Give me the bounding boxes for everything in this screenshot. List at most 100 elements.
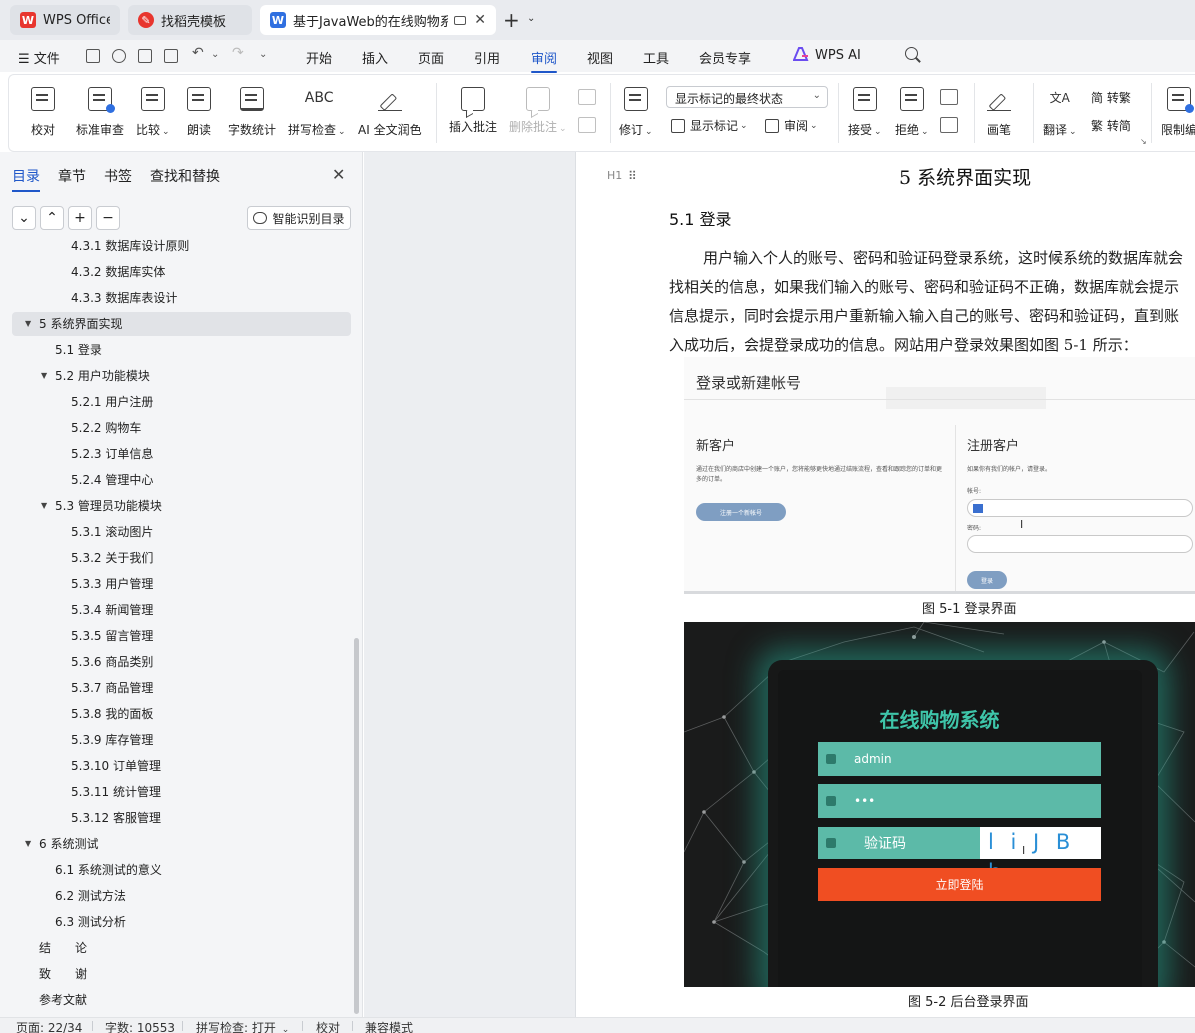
drag-handle-icon[interactable]: ⠿: [628, 169, 637, 183]
toc-item[interactable]: ▼ 5.2 用户功能模块: [12, 364, 351, 388]
toc-item[interactable]: 5.3.8 我的面板: [12, 702, 351, 726]
next-change-icon[interactable]: [940, 117, 958, 133]
toc-item[interactable]: 5.3.1 滚动图片: [12, 520, 351, 544]
collapse-all-button[interactable]: ⌃: [40, 206, 64, 230]
reject-button[interactable]: 拒绝 ⌄: [895, 75, 929, 151]
chevron-down-icon[interactable]: ⌄: [211, 49, 219, 60]
new-tab-icon[interactable]: +: [503, 8, 520, 32]
menu-membership[interactable]: 会员专享: [699, 48, 751, 67]
word-count-indicator[interactable]: 字数: 10553: [105, 1019, 175, 1033]
proofread-button[interactable]: 校对: [31, 75, 55, 151]
chevron-down-icon[interactable]: ⌄: [259, 49, 267, 60]
toc-item[interactable]: 5.3.6 商品类别: [12, 650, 351, 674]
menu-insert[interactable]: 插入: [362, 48, 388, 67]
to-traditional-button[interactable]: 简 转繁: [1091, 89, 1131, 106]
menu-tools[interactable]: 工具: [643, 48, 669, 67]
insert-comment-button[interactable]: 插入批注: [449, 75, 497, 151]
proofread-indicator[interactable]: 校对: [316, 1019, 340, 1033]
save-icon[interactable]: [86, 49, 100, 63]
to-simplified-button[interactable]: 繁 转简: [1091, 117, 1131, 134]
expand-arrow-icon[interactable]: ▼: [41, 494, 47, 518]
toc-item[interactable]: 5.3.3 用户管理: [12, 572, 351, 596]
undo-icon[interactable]: ↶: [192, 45, 204, 61]
toc-item[interactable]: ▼ 5.3 管理员功能模块: [12, 494, 351, 518]
menu-review[interactable]: 审阅: [531, 48, 558, 73]
show-markup-button[interactable]: 显示标记 ⌄: [671, 117, 748, 134]
figure-admin-login-screenshot[interactable]: 在线购物系统 admin ••• 验证码 l i J B b I 立即登陆: [684, 622, 1195, 987]
menu-references[interactable]: 引用: [474, 48, 500, 67]
toc-item[interactable]: 5.1 登录: [12, 338, 351, 362]
toc-item[interactable]: 5.3.11 统计管理: [12, 780, 351, 804]
redo-icon[interactable]: ↷: [232, 45, 244, 61]
menu-start[interactable]: 开始: [306, 48, 332, 67]
toc-item[interactable]: 5.3.4 新闻管理: [12, 598, 351, 622]
figure-login-screenshot[interactable]: 登录或新建帐号 新客户 通过在我们的商店中创建一个账户，您将能够更快地通过结账流…: [684, 357, 1195, 594]
next-comment-icon[interactable]: [578, 117, 596, 133]
toc-item[interactable]: 致 谢: [12, 962, 351, 986]
menu-view[interactable]: 视图: [587, 48, 613, 67]
page-indicator[interactable]: 页面: 22/34: [16, 1019, 82, 1033]
compare-button[interactable]: 比较 ⌄: [136, 75, 170, 151]
read-aloud-button[interactable]: 朗读: [187, 75, 211, 151]
nav-tab-bookmarks[interactable]: 书签: [104, 166, 132, 186]
nav-tab-sections[interactable]: 章节: [58, 166, 86, 186]
accept-button[interactable]: 接受 ⌄: [848, 75, 882, 151]
ai-polish-button[interactable]: AI 全文润色: [358, 75, 422, 151]
translate-button[interactable]: 文A 翻译 ⌄: [1043, 75, 1077, 151]
toc-item[interactable]: 5.3.7 商品管理: [12, 676, 351, 700]
toc-scrollbar[interactable]: [354, 638, 359, 1014]
search-icon[interactable]: [905, 47, 918, 60]
toc-item[interactable]: 4.3.3 数据库表设计: [12, 286, 351, 310]
toc-item[interactable]: ▼ 6 系统测试: [12, 832, 351, 856]
expand-arrow-icon[interactable]: ▼: [25, 832, 31, 856]
toc-item[interactable]: 结 论: [12, 936, 351, 960]
dialog-launcher-icon[interactable]: ↘: [1140, 137, 1147, 146]
menu-page[interactable]: 页面: [418, 48, 444, 67]
tab-docer-templates[interactable]: ✎ 找稻壳模板: [128, 5, 252, 35]
expand-arrow-icon[interactable]: ▼: [25, 312, 31, 336]
share-icon[interactable]: [112, 49, 126, 63]
toc-item[interactable]: 参考文献: [12, 988, 351, 1012]
toc-item[interactable]: 6.1 系统测试的意义: [12, 858, 351, 882]
markup-display-select[interactable]: 显示标记的最终状态 ⌄: [666, 86, 828, 108]
toc-item[interactable]: 4.3.1 数据库设计原则: [12, 238, 351, 258]
add-heading-button[interactable]: +: [68, 206, 92, 230]
standard-review-button[interactable]: 标准审查: [76, 75, 124, 151]
toc-item[interactable]: 4.3.2 数据库实体: [12, 260, 351, 284]
nav-tab-toc[interactable]: 目录: [12, 166, 40, 192]
spell-check-indicator[interactable]: 拼写检查: 打开 ⌄: [196, 1019, 289, 1033]
chevron-down-icon[interactable]: ⌄: [527, 13, 535, 24]
expand-arrow-icon[interactable]: ▼: [41, 364, 47, 388]
toc-item[interactable]: 5.2.4 管理中心: [12, 468, 351, 492]
smart-toc-button[interactable]: 智能识别目录: [247, 206, 351, 230]
print-icon[interactable]: [138, 49, 152, 63]
word-count-button[interactable]: 字数统计: [228, 75, 276, 151]
delete-comment-button[interactable]: 删除批注 ⌄: [509, 75, 567, 151]
menu-wps-ai[interactable]: WPS AI: [815, 48, 861, 63]
toc-item[interactable]: 5.2.1 用户注册: [12, 390, 351, 414]
close-pane-icon[interactable]: ✕: [332, 165, 345, 184]
toc-item[interactable]: 5.3.9 库存管理: [12, 728, 351, 752]
close-tab-icon[interactable]: ✕: [474, 12, 486, 28]
pen-button[interactable]: 画笔: [987, 75, 1011, 151]
print-preview-icon[interactable]: [164, 49, 178, 63]
review-pane-button[interactable]: 审阅 ⌄: [765, 117, 818, 134]
toc-item[interactable]: 6.3 测试分析: [12, 910, 351, 934]
track-changes-button[interactable]: 修订 ⌄: [619, 75, 653, 151]
toc-item[interactable]: 5.3.5 留言管理: [12, 624, 351, 648]
toc-item[interactable]: 5.3.10 订单管理: [12, 754, 351, 778]
nav-tab-find-replace[interactable]: 查找和替换: [150, 166, 220, 186]
remove-heading-button[interactable]: −: [96, 206, 120, 230]
previous-comment-icon[interactable]: [578, 89, 596, 105]
restrict-edit-button[interactable]: 限制编: [1161, 75, 1195, 151]
toc-item[interactable]: 6.2 测试方法: [12, 884, 351, 908]
spell-check-button[interactable]: ABC 拼写检查 ⌄: [288, 75, 346, 151]
previous-change-icon[interactable]: [940, 89, 958, 105]
file-menu[interactable]: ☰ 文件: [18, 48, 60, 67]
monitor-icon[interactable]: [454, 15, 467, 25]
toc-item[interactable]: 5.2.3 订单信息: [12, 442, 351, 466]
expand-all-button[interactable]: ⌄: [12, 206, 36, 230]
toc-item[interactable]: 5.3.2 关于我们: [12, 546, 351, 570]
tab-document[interactable]: W 基于JavaWeb的在线购物系统 ✕: [260, 5, 496, 35]
toc-item[interactable]: 5.3.12 客服管理: [12, 806, 351, 830]
